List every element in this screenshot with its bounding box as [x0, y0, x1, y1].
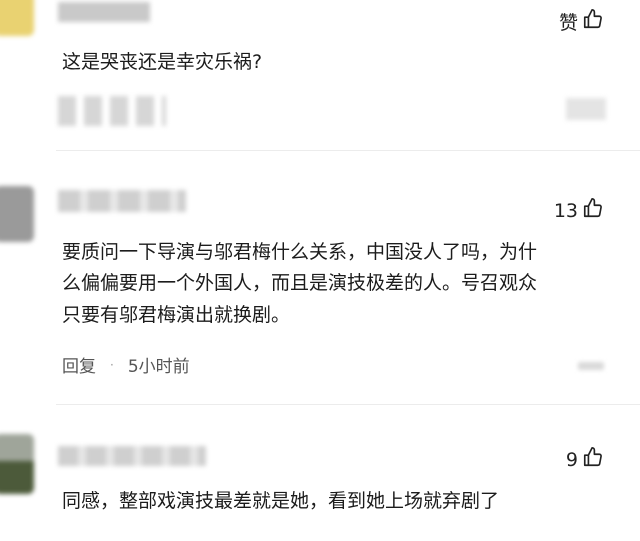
avatar[interactable] [0, 186, 34, 242]
more-options-blurred[interactable] [578, 362, 604, 370]
like-count: 9 [565, 448, 578, 471]
like-label: 赞 [558, 12, 578, 34]
reply-button[interactable]: 回复 [62, 352, 96, 377]
comment-text: 同感，整部戏演技最差就是她，看到她上场就弃剧了 [62, 490, 500, 512]
comment-text: 这是哭丧还是幸灾乐祸? [62, 51, 263, 73]
like-button[interactable]: 9 [566, 446, 604, 473]
like-button[interactable]: 赞 [559, 8, 604, 35]
reply-blurred [58, 96, 166, 126]
divider [56, 404, 640, 405]
thumbs-up-icon [582, 8, 604, 35]
comment-meta: 回复 · 5小时前 [62, 352, 190, 377]
comment-text-line-2: 么偏偏要用一个外国人，而且是演技极差的人。号召观众 [62, 272, 538, 294]
thumbs-up-icon [582, 197, 604, 224]
meta-separator: · [110, 357, 114, 372]
comment-time: 5小时前 [127, 357, 190, 377]
username-blurred [58, 446, 206, 466]
avatar[interactable] [0, 0, 34, 36]
divider [56, 150, 640, 151]
thumbs-up-icon [582, 446, 604, 473]
avatar[interactable] [0, 434, 34, 494]
like-button[interactable]: 13 [554, 197, 604, 224]
username-blurred [58, 2, 150, 22]
comment-text-line-1: 要质问一下导演与邬君梅什么关系，中国没人了吗，为什 [62, 241, 538, 263]
comment-text-line-3: 只要有邬君梅演出就换剧。 [62, 304, 291, 326]
more-blurred [566, 98, 606, 120]
like-count: 13 [553, 199, 578, 222]
username-blurred [58, 190, 186, 212]
